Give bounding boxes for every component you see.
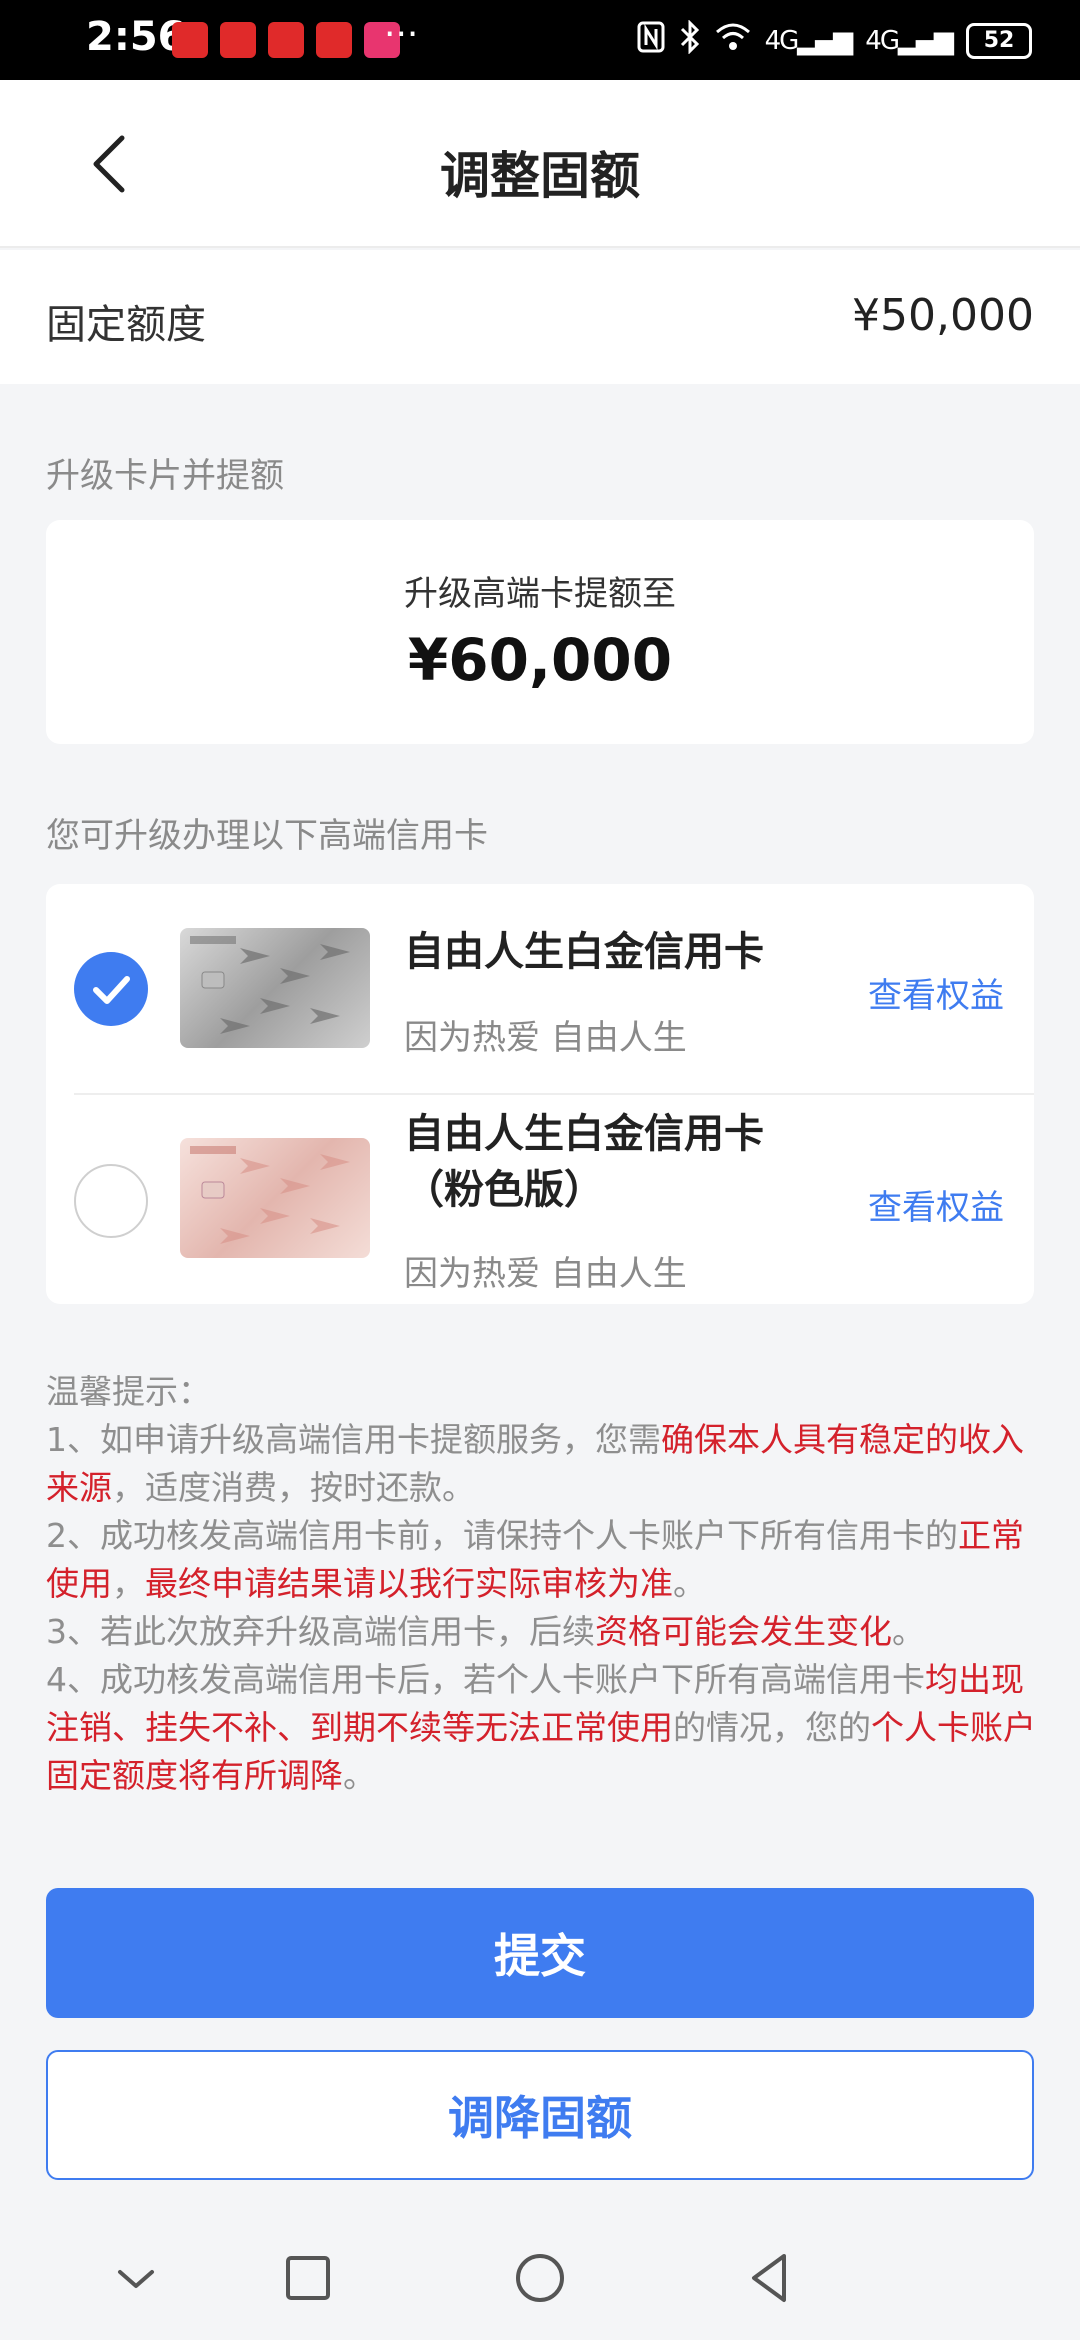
upgrade-section-label: 升级卡片并提额 bbox=[46, 456, 284, 496]
recent-apps-icon[interactable] bbox=[278, 2248, 338, 2308]
card-name: 自由人生白金信用卡 （粉色版） bbox=[404, 1111, 764, 1213]
signal-icon: 4G▂▄▆ bbox=[764, 25, 854, 56]
status-bar: 2:56 ··· 4G▂▄▆ 4G▂▄▆ 52 bbox=[0, 0, 1080, 80]
home-icon[interactable] bbox=[510, 2248, 570, 2308]
reduce-fixed-amount-button[interactable]: 调降固额 bbox=[46, 2050, 1034, 2180]
status-indicators: 4G▂▄▆ 4G▂▄▆ 52 bbox=[637, 19, 1032, 61]
card-list: 自由人生白金信用卡 因为热爱 自由人生 查看权益 自由人生白金信用卡 （粉色版）… bbox=[46, 884, 1034, 1304]
signal-icon: 4G▂▄▆ bbox=[865, 25, 954, 56]
fixed-amount-value: ¥50,000 bbox=[852, 290, 1034, 341]
card-option-white-gold-pink[interactable]: 自由人生白金信用卡 （粉色版） 因为热爱 自由人生 查看权益 bbox=[46, 1094, 1034, 1304]
radio-unchecked-icon[interactable] bbox=[74, 1164, 148, 1238]
page-header: 调整固额 bbox=[0, 80, 1080, 248]
app-notification-icon bbox=[316, 22, 352, 58]
card-name: 自由人生白金信用卡 bbox=[404, 929, 764, 975]
submit-button[interactable]: 提交 bbox=[46, 1888, 1034, 2018]
card-description: 因为热爱 自由人生 bbox=[404, 1254, 687, 1294]
tips-block: 温馨提示： 1、如申请升级高端信用卡提额服务，您需确保本人具有稳定的收入来源，适… bbox=[46, 1368, 1036, 1800]
more-notifications-icon: ··· bbox=[384, 14, 419, 55]
card-description: 因为热爱 自由人生 bbox=[404, 1018, 687, 1058]
app-notification-icon bbox=[220, 22, 256, 58]
card-option-white-gold[interactable]: 自由人生白金信用卡 因为热爱 自由人生 查看权益 bbox=[46, 884, 1034, 1094]
card-image bbox=[180, 928, 370, 1048]
fixed-amount-label: 固定额度 bbox=[46, 302, 206, 348]
upgrade-subtitle: 升级高端卡提额至 bbox=[404, 574, 676, 614]
upgrade-amount-card: 升级高端卡提额至 ¥60,000 bbox=[46, 520, 1034, 744]
tip-2: 2、成功核发高端信用卡前，请保持个人卡账户下所有信用卡的正常使用，最终申请结果请… bbox=[46, 1516, 1024, 1603]
battery-icon: 52 bbox=[966, 22, 1032, 59]
notification-icons bbox=[172, 22, 400, 58]
upgrade-amount: ¥60,000 bbox=[407, 626, 673, 694]
cards-section-label: 您可升级办理以下高端信用卡 bbox=[46, 816, 488, 856]
system-nav-bar bbox=[0, 2218, 1080, 2340]
app-notification-icon bbox=[172, 22, 208, 58]
back-triangle-icon[interactable] bbox=[740, 2248, 800, 2308]
chevron-down-icon[interactable] bbox=[106, 2248, 166, 2308]
wifi-icon bbox=[715, 22, 751, 59]
card-image bbox=[180, 1138, 370, 1258]
bluetooth-icon bbox=[679, 19, 701, 61]
fixed-amount-row: 固定额度 ¥50,000 bbox=[0, 250, 1080, 384]
radio-checked-icon[interactable] bbox=[74, 952, 148, 1026]
nfc-icon bbox=[637, 21, 665, 60]
tip-3: 3、若此次放弃升级高端信用卡，后续资格可能会发生变化。 bbox=[46, 1612, 925, 1651]
view-benefits-link[interactable]: 查看权益 bbox=[868, 968, 1004, 1017]
tips-title: 温馨提示： bbox=[46, 1372, 211, 1411]
page-title: 调整固额 bbox=[440, 147, 640, 205]
tip-1: 1、如申请升级高端信用卡提额服务，您需确保本人具有稳定的收入来源，适度消费，按时… bbox=[46, 1420, 1024, 1507]
status-time: 2:56 bbox=[86, 14, 186, 60]
tip-4: 4、成功核发高端信用卡后，若个人卡账户下所有高端信用卡均出现注销、挂失不补、到期… bbox=[46, 1660, 1036, 1795]
view-benefits-link[interactable]: 查看权益 bbox=[868, 1180, 1004, 1229]
app-notification-icon bbox=[268, 22, 304, 58]
